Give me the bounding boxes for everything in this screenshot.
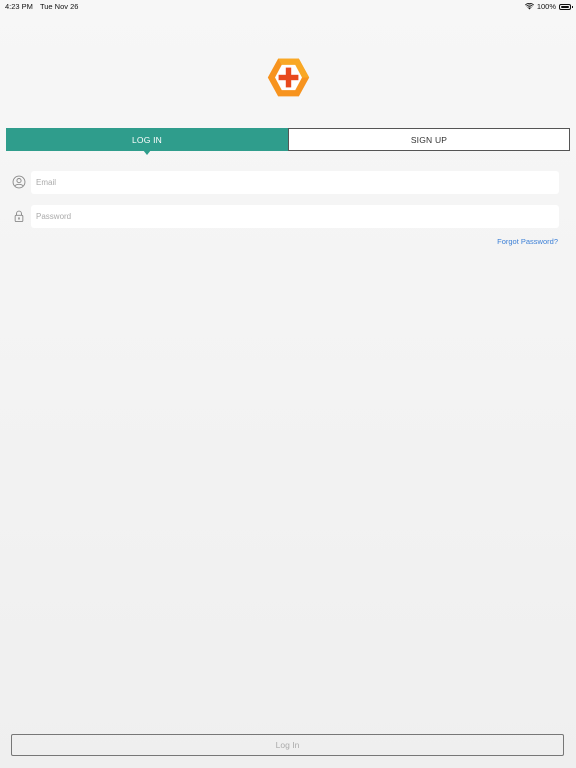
user-circle-icon bbox=[12, 175, 26, 189]
battery-icon bbox=[559, 3, 573, 10]
email-input[interactable] bbox=[31, 171, 559, 194]
lock-icon bbox=[14, 210, 24, 223]
status-time: 4:23 PM bbox=[5, 2, 33, 11]
wifi-icon bbox=[524, 3, 534, 10]
status-left: 4:23 PM Tue Nov 26 bbox=[5, 2, 78, 11]
status-right: 100% bbox=[524, 2, 573, 11]
auth-tabs: LOG IN SIGN UP bbox=[6, 128, 570, 155]
password-input[interactable] bbox=[31, 205, 559, 228]
email-row bbox=[12, 171, 559, 194]
battery-percent: 100% bbox=[536, 2, 556, 11]
tab-sign-up-label: SIGN UP bbox=[410, 134, 448, 145]
tab-log-in-label: LOG IN bbox=[131, 134, 162, 145]
status-date: Tue Nov 26 bbox=[39, 2, 79, 11]
tab-log-in[interactable]: LOG IN bbox=[6, 128, 288, 155]
tab-sign-up[interactable]: SIGN UP bbox=[288, 128, 570, 151]
password-row bbox=[12, 205, 559, 228]
log-in-button[interactable]: Log In bbox=[11, 734, 564, 756]
status-bar: 4:23 PM Tue Nov 26 100% bbox=[0, 0, 576, 12]
hexagon-plus-logo bbox=[267, 58, 310, 97]
forgot-password-link[interactable]: Forgot Password? bbox=[497, 237, 558, 246]
